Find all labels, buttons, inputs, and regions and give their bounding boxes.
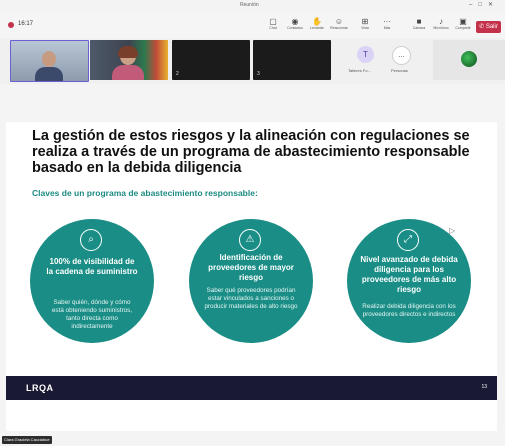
hand-icon: ✋ <box>312 17 322 26</box>
presentation-slide: La gestión de estos riesgos y la alineac… <box>6 122 497 431</box>
circle-title: 100% de visibilidad de la cadena de sumi… <box>46 257 138 276</box>
grid-icon: ⊞ <box>361 17 369 26</box>
video-tile-participant-4[interactable]: 3 <box>253 40 331 80</box>
more-icon: ··· <box>383 17 391 26</box>
person-body <box>112 65 144 80</box>
key-circle-due-diligence: ⤢ Nivel avanzado de debida diligencia pa… <box>347 219 471 343</box>
shared-content-area: La gestión de estos riesgos y la alineac… <box>0 84 505 436</box>
more-participants-button[interactable]: ... <box>392 46 411 65</box>
participant-stage: 2 3 T Talleres Fo... ... Personas <box>0 38 505 84</box>
window-titlebar: Reunión –□✕ <box>0 0 505 12</box>
search-document-icon: ⌕ <box>80 229 102 251</box>
share-button[interactable]: ▣ Compartir <box>452 17 474 35</box>
video-tile-participant-1[interactable] <box>10 40 89 82</box>
slide-page-number: 13 <box>481 384 487 390</box>
smiley-icon: ☺ <box>334 17 344 26</box>
leave-button[interactable]: ✆ Salir <box>476 21 501 33</box>
person-head <box>42 51 56 67</box>
camera-icon: ■ <box>416 17 422 26</box>
participant-avatar[interactable]: T <box>357 46 374 63</box>
people-icon: ◉ <box>291 17 299 26</box>
window-controls[interactable]: –□✕ <box>469 1 499 8</box>
key-circle-risk-identification: ⚠ Identificación de proveedores de mayor… <box>189 219 313 343</box>
circle-title: Nivel avanzado de debida diligencia para… <box>360 255 458 294</box>
slide-footer: LRQA 13 <box>6 376 497 400</box>
circle-body: Saber qué proveedores podrían estar vinc… <box>204 287 298 310</box>
lrqa-logo: LRQA <box>26 383 54 393</box>
meeting-toolbar: 16:17 ▢ Chat ◉ Contactos ✋ Levantar ☺ Re… <box>0 12 505 39</box>
circle-body: Realizar debida diligencia con los prove… <box>362 303 456 318</box>
participant-name: Talleres Fo... <box>348 68 371 73</box>
share-status-bar: Clara Graciela Cacciabue <box>0 436 505 446</box>
more-participants-label: Personas <box>391 68 408 73</box>
people-button[interactable]: ◉ Contactos <box>284 17 306 35</box>
warning-document-icon: ⚠ <box>239 229 261 251</box>
slide-subheading: Claves de un programa de abastecimiento … <box>32 188 258 198</box>
raise-hand-button[interactable]: ✋ Levantar <box>306 17 328 35</box>
mic-button[interactable]: ♪ Micrófono <box>430 17 452 35</box>
circle-body: Saber quién, dónde y cómo está obteniend… <box>51 299 133 330</box>
chat-button[interactable]: ▢ Chat <box>262 17 284 35</box>
self-avatar <box>461 51 477 67</box>
key-circle-visibility: ⌕ 100% de visibilidad de la cadena de su… <box>30 219 154 343</box>
recording-indicator-icon <box>8 22 14 28</box>
magnifier-icon: ⤢ <box>397 229 419 251</box>
mic-icon: ♪ <box>439 17 443 26</box>
meeting-timer: 16:17 <box>18 21 34 27</box>
person-hair <box>118 46 138 58</box>
phone-icon: ✆ <box>479 24 485 30</box>
presenter-name-label: Clara Graciela Cacciabue <box>2 436 52 444</box>
view-button[interactable]: ⊞ Vista <box>354 17 376 35</box>
chat-icon: ▢ <box>269 17 277 26</box>
share-icon: ▣ <box>459 17 467 26</box>
camera-button[interactable]: ■ Cámara <box>408 17 430 35</box>
more-button[interactable]: ··· Más <box>376 17 398 35</box>
slide-heading: La gestión de estos riesgos y la alineac… <box>32 128 470 176</box>
person-body <box>35 67 63 81</box>
video-tile-participant-2[interactable] <box>90 40 168 80</box>
self-view-tile[interactable] <box>433 40 505 80</box>
circle-title: Identificación de proveedores de mayor r… <box>208 253 294 282</box>
video-tile-participant-3[interactable]: 2 <box>172 40 250 80</box>
react-button[interactable]: ☺ Reaccionar <box>328 17 350 35</box>
window-title: Reunión <box>240 2 259 8</box>
